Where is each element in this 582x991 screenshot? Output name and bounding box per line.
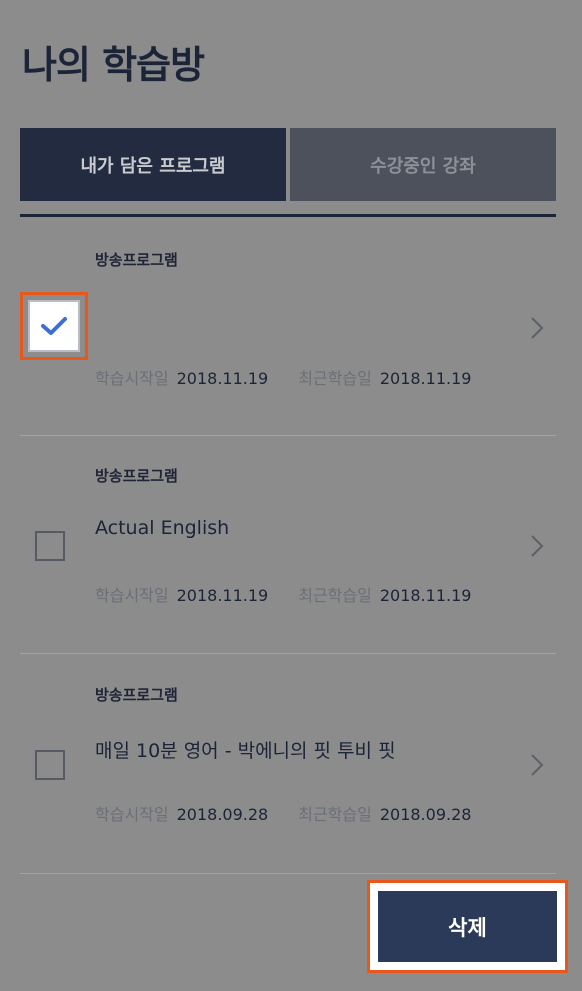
start-date-label: 학습시작일 <box>95 586 169 605</box>
item-category: 방송프로그램 <box>95 467 178 485</box>
item-dates: 학습시작일 2018.09.28 최근학습일 2018.09.28 <box>95 801 471 825</box>
item-category: 방송프로그램 <box>95 686 178 704</box>
item-dates: 학습시작일 2018.11.19 최근학습일 2018.11.19 <box>95 582 471 606</box>
tab-bar: 내가 담은 프로그램 수강중인 강좌 <box>20 128 556 201</box>
recent-date-label: 최근학습일 <box>298 805 372 824</box>
start-date-label: 학습시작일 <box>95 805 169 824</box>
page-title: 나의 학습방 <box>22 43 205 87</box>
divider <box>20 873 556 874</box>
tab-enrolled-courses[interactable]: 수강중인 강좌 <box>290 128 556 201</box>
recent-date-value: 2018.11.19 <box>379 586 472 605</box>
item-checkbox[interactable] <box>35 531 65 561</box>
check-icon <box>41 317 67 335</box>
item-name: 매일 10분 영어 - 박에니의 핏 투비 핏 <box>95 740 396 762</box>
chevron-right-icon[interactable] <box>530 753 544 777</box>
divider <box>20 435 556 436</box>
delete-button[interactable]: 삭제 <box>378 891 557 962</box>
recent-date-value: 2018.11.19 <box>379 369 472 388</box>
chevron-right-icon[interactable] <box>530 534 544 558</box>
chevron-right-icon[interactable] <box>530 316 544 340</box>
item-category: 방송프로그램 <box>95 251 178 269</box>
start-date-label: 학습시작일 <box>95 369 169 388</box>
recent-date-value: 2018.09.28 <box>379 805 472 824</box>
start-date-value: 2018.11.19 <box>176 586 269 605</box>
list-item[interactable]: 방송프로그램 학습시작일 2018.11.19 최근학습일 2018.11.19 <box>20 217 556 437</box>
tab-my-programs[interactable]: 내가 담은 프로그램 <box>20 128 286 201</box>
divider <box>20 653 556 654</box>
item-dates: 학습시작일 2018.11.19 최근학습일 2018.11.19 <box>95 365 471 389</box>
start-date-value: 2018.09.28 <box>176 805 269 824</box>
recent-date-label: 최근학습일 <box>298 586 372 605</box>
recent-date-label: 최근학습일 <box>298 369 372 388</box>
checkbox-highlight <box>20 292 88 360</box>
delete-button-highlight: 삭제 <box>367 880 568 973</box>
item-checkbox[interactable] <box>35 750 65 780</box>
item-name: Actual English <box>95 517 230 539</box>
item-checkbox[interactable] <box>28 300 80 352</box>
start-date-value: 2018.11.19 <box>176 369 269 388</box>
list-item[interactable]: 방송프로그램 매일 10분 영어 - 박에니의 핏 투비 핏 학습시작일 2018… <box>20 655 556 875</box>
list-item[interactable]: 방송프로그램 Actual English 학습시작일 2018.11.19 최근학… <box>20 437 556 655</box>
